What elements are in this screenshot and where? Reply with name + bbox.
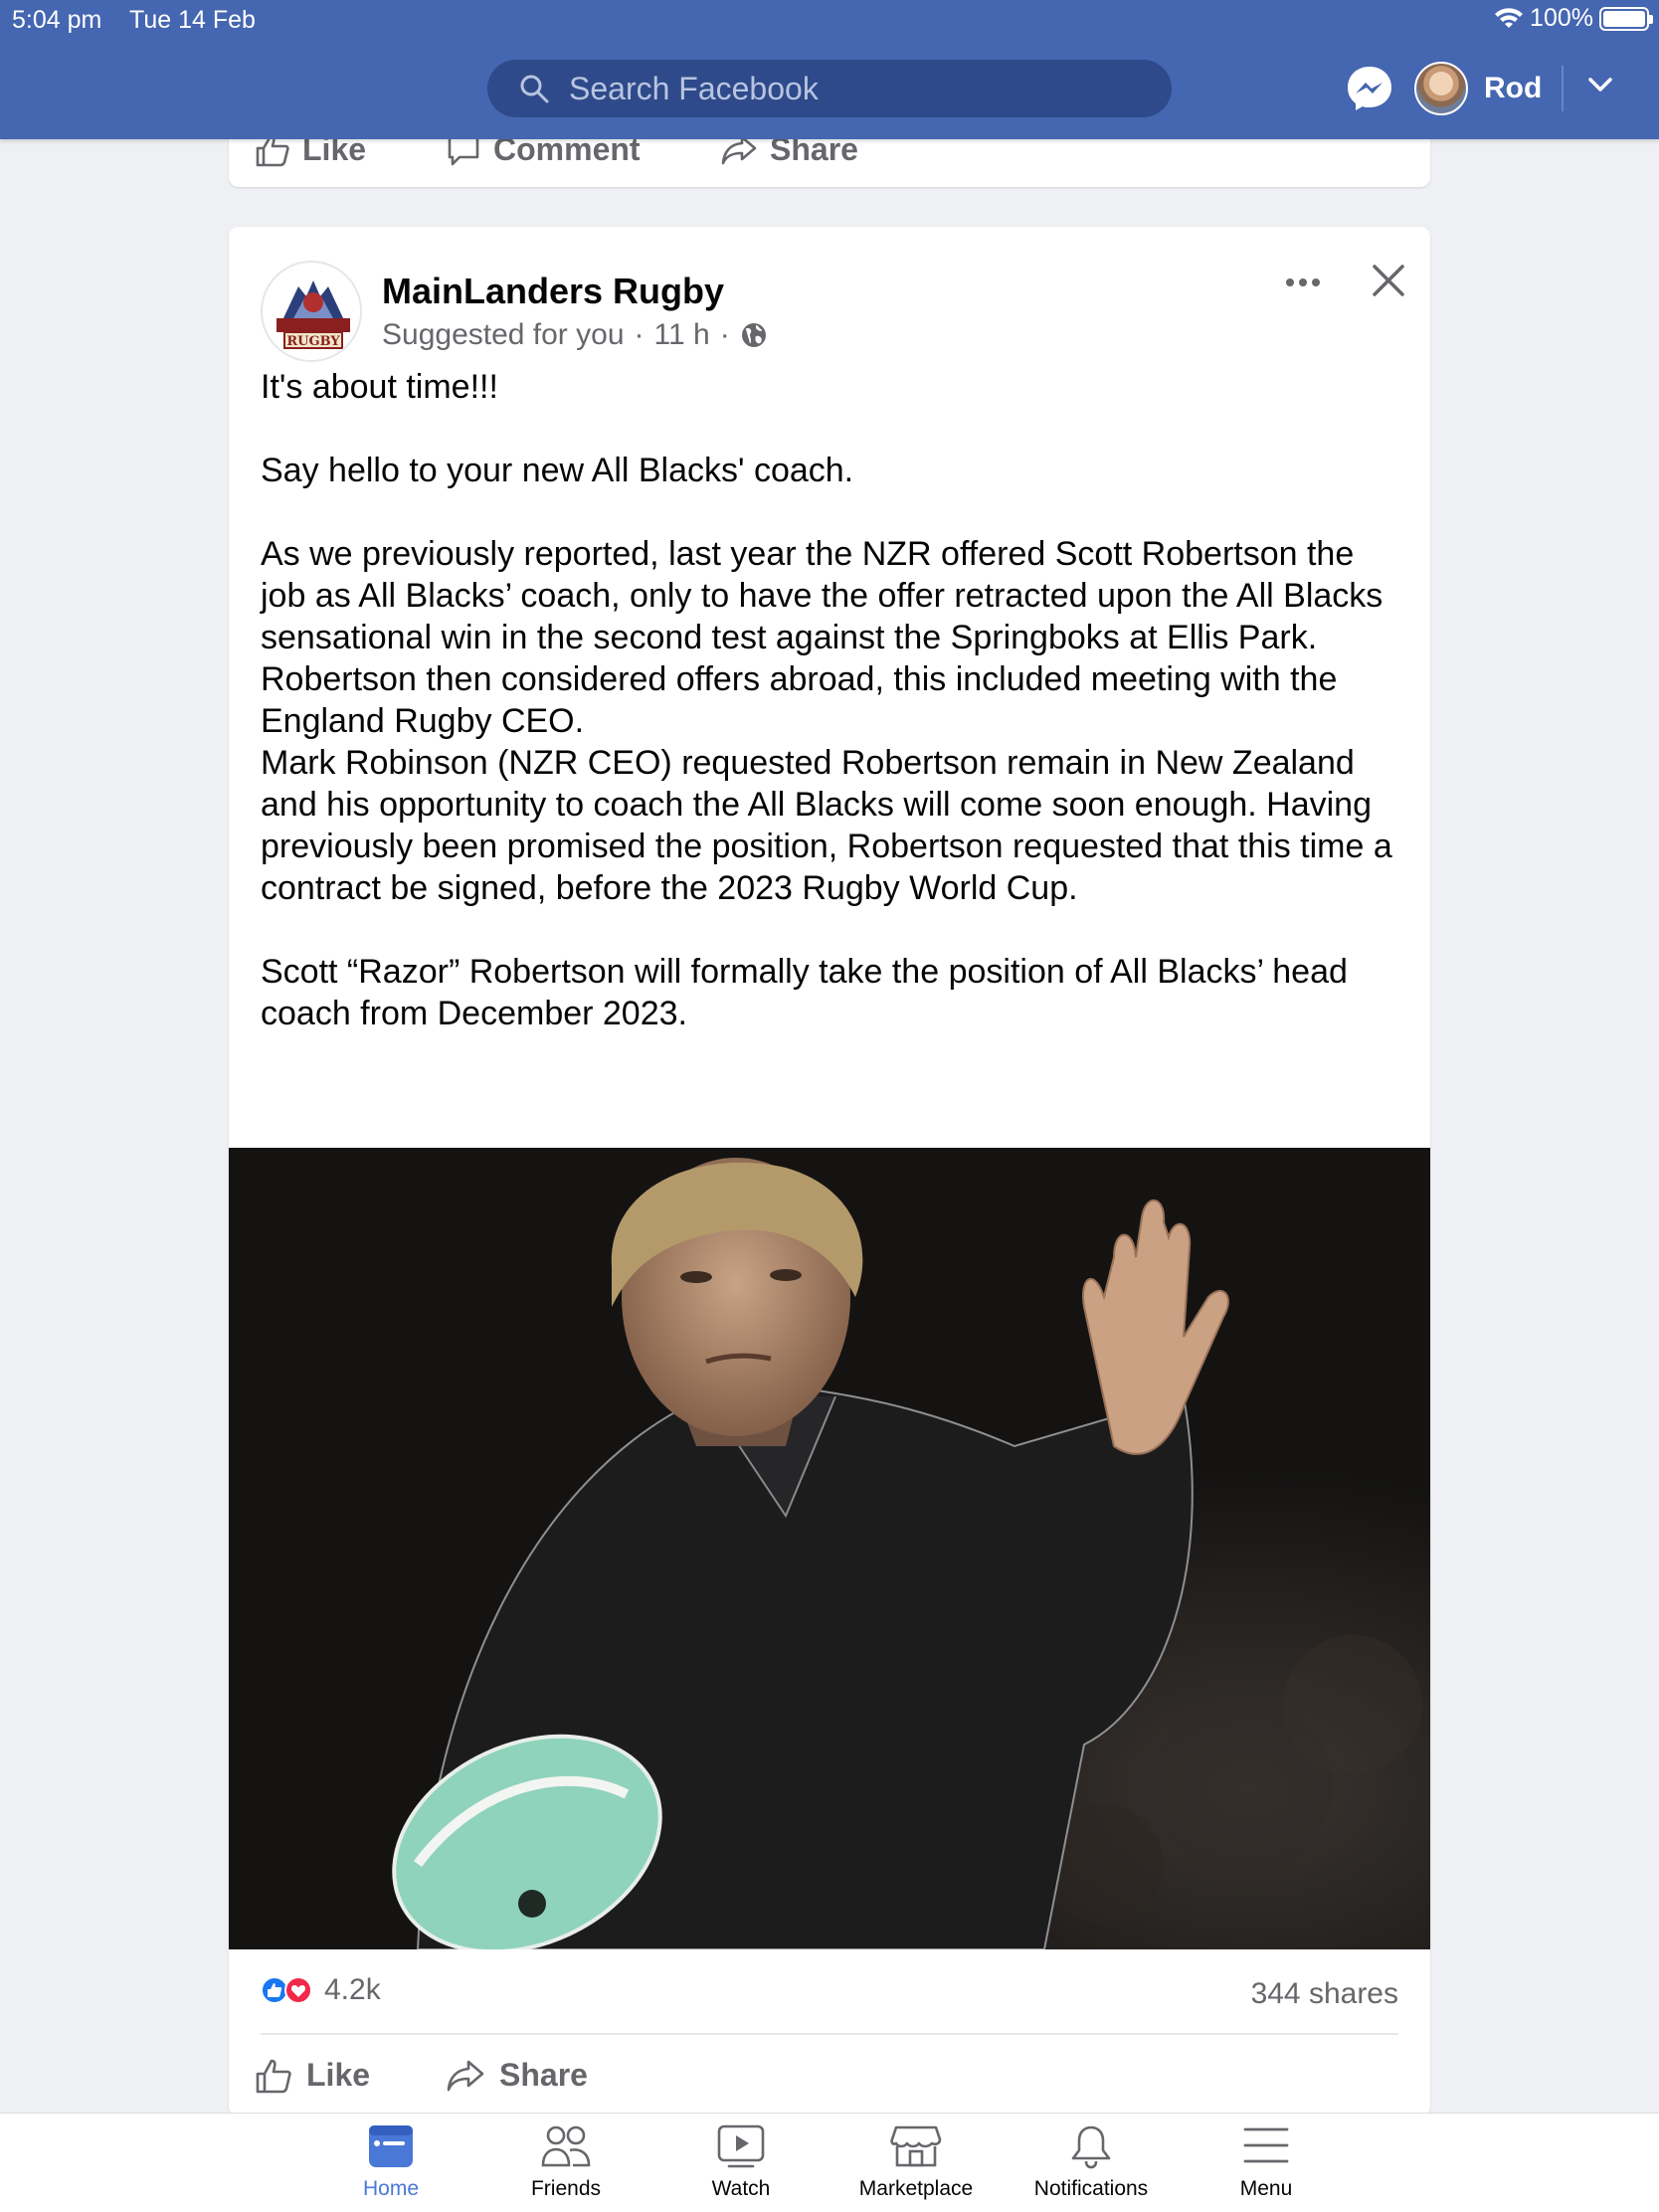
header-divider xyxy=(1562,66,1564,111)
bottom-navigation: Home Friends Watch Marketplace Notificat… xyxy=(0,2113,1659,2212)
post-body-text: It's about time!!! Say hello to your new… xyxy=(261,368,1392,1032)
post-photo[interactable] xyxy=(229,1148,1430,1949)
meta-dot: · xyxy=(719,318,730,351)
photo-image xyxy=(229,1148,1430,1949)
share-label: Share xyxy=(499,2057,588,2093)
search-input[interactable]: Search Facebook xyxy=(569,71,819,107)
share-button[interactable]: Share xyxy=(446,2057,588,2094)
like-label: Like xyxy=(306,2057,371,2093)
share-count[interactable]: 344 shares xyxy=(1251,1977,1398,2011)
tab-marketplace[interactable]: Marketplace xyxy=(831,2123,1001,2201)
user-name[interactable]: Rod xyxy=(1484,72,1542,105)
chevron-down-icon[interactable] xyxy=(1587,76,1613,93)
tab-notifications-label: Notifications xyxy=(1033,2177,1149,2200)
tab-home[interactable]: Home xyxy=(306,2123,475,2201)
home-icon xyxy=(369,2125,413,2167)
close-icon[interactable] xyxy=(1371,263,1406,298)
status-indicators: 100% xyxy=(1494,4,1653,33)
watch-icon xyxy=(717,2124,765,2168)
like-button[interactable]: Like xyxy=(255,2057,370,2094)
reaction-count: 4.2k xyxy=(324,1973,381,2006)
top-bar: 5:04 pm Tue 14 Feb 100% Search Facebook … xyxy=(0,0,1659,139)
suggested-label: Suggested for you xyxy=(382,318,625,351)
tab-menu[interactable]: Menu xyxy=(1182,2123,1351,2201)
logo-image: RUGBY xyxy=(264,264,360,360)
reactions-summary[interactable]: 4.2k xyxy=(261,1973,381,2007)
search-icon xyxy=(520,75,549,103)
tab-home-label: Home xyxy=(362,2177,420,2200)
actions-divider xyxy=(261,2033,1398,2035)
wifi-icon xyxy=(1495,7,1524,28)
page-name[interactable]: MainLanders Rugby xyxy=(382,271,724,312)
post-meta: Suggested for you · 11 h · xyxy=(382,318,768,352)
tab-watch[interactable]: Watch xyxy=(656,2123,826,2201)
post-time[interactable]: 11 h xyxy=(654,318,710,352)
status-time: 5:04 pm xyxy=(12,6,102,34)
tab-marketplace-label: Marketplace xyxy=(858,2177,974,2200)
tab-watch-label: Watch xyxy=(711,2177,771,2200)
share-icon xyxy=(447,2060,484,2091)
tab-friends-label: Friends xyxy=(530,2177,602,2200)
love-reaction-icon xyxy=(284,1976,312,2004)
like-icon xyxy=(256,2059,291,2093)
meta-dot: · xyxy=(634,318,645,351)
more-options-icon[interactable] xyxy=(1285,276,1321,288)
bell-icon xyxy=(1071,2125,1111,2169)
search-bar[interactable]: Search Facebook xyxy=(487,60,1172,117)
menu-icon xyxy=(1243,2127,1289,2163)
post-card: RUGBY MainLanders Rugby Suggested for yo… xyxy=(229,227,1430,2117)
messenger-icon[interactable] xyxy=(1345,64,1394,113)
friends-icon xyxy=(541,2125,591,2167)
tab-friends[interactable]: Friends xyxy=(481,2123,650,2201)
avatar[interactable] xyxy=(1414,62,1468,115)
globe-icon xyxy=(741,323,766,347)
marketplace-icon xyxy=(890,2125,942,2167)
battery-percent: 100% xyxy=(1530,4,1593,32)
tab-notifications[interactable]: Notifications xyxy=(1007,2123,1176,2201)
page-logo[interactable]: RUGBY xyxy=(261,261,362,362)
logo-text: RUGBY xyxy=(286,334,340,349)
battery-icon xyxy=(1599,6,1653,31)
tab-menu-label: Menu xyxy=(1239,2177,1293,2200)
status-date: Tue 14 Feb xyxy=(129,6,256,34)
